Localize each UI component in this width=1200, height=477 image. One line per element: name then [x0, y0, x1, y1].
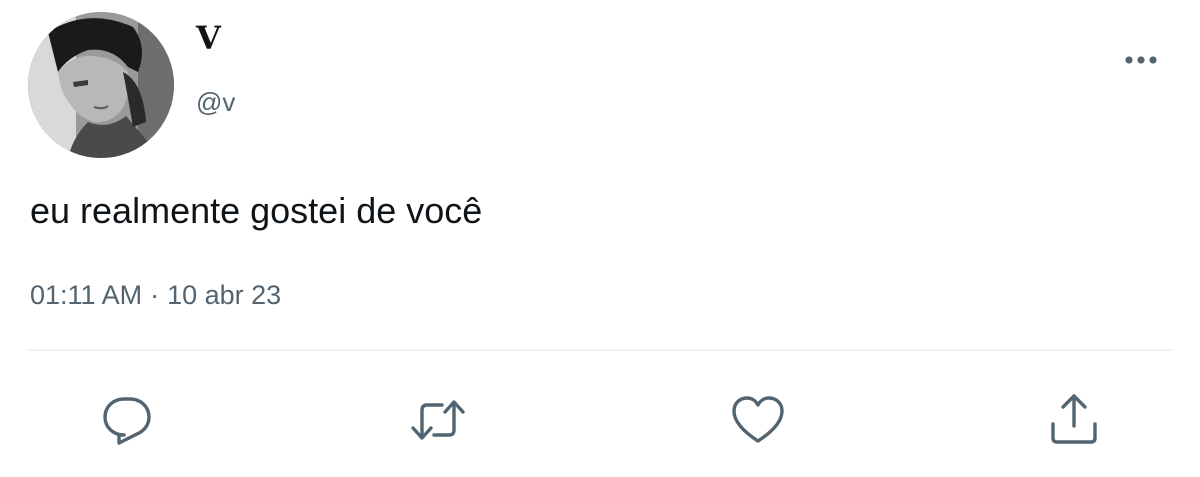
avatar-image	[28, 12, 174, 158]
reply-button[interactable]	[97, 390, 157, 450]
retweet-icon	[411, 400, 465, 440]
heart-icon	[732, 396, 784, 443]
share-icon	[1051, 394, 1097, 444]
display-name[interactable]: V	[196, 18, 221, 58]
more-horizontal-icon	[1125, 56, 1157, 64]
divider	[28, 349, 1172, 351]
reply-icon	[103, 397, 151, 445]
avatar[interactable]	[28, 12, 174, 158]
tweet-card: V @v eu realmente gostei de você 01:11 A…	[0, 0, 1200, 477]
meta-separator: ·	[150, 280, 160, 310]
more-options-button[interactable]	[1116, 44, 1166, 76]
tweet-timestamp[interactable]: 01:11 AM · 10 abr 23	[30, 277, 281, 313]
retweet-button[interactable]	[408, 390, 468, 450]
user-handle[interactable]: @v	[196, 85, 235, 119]
like-button[interactable]	[728, 390, 788, 450]
share-button[interactable]	[1044, 390, 1104, 450]
tweet-date: 10 abr 23	[167, 280, 282, 310]
tweet-time: 01:11 AM	[30, 280, 143, 310]
tweet-text: eu realmente gostei de você	[30, 190, 483, 231]
